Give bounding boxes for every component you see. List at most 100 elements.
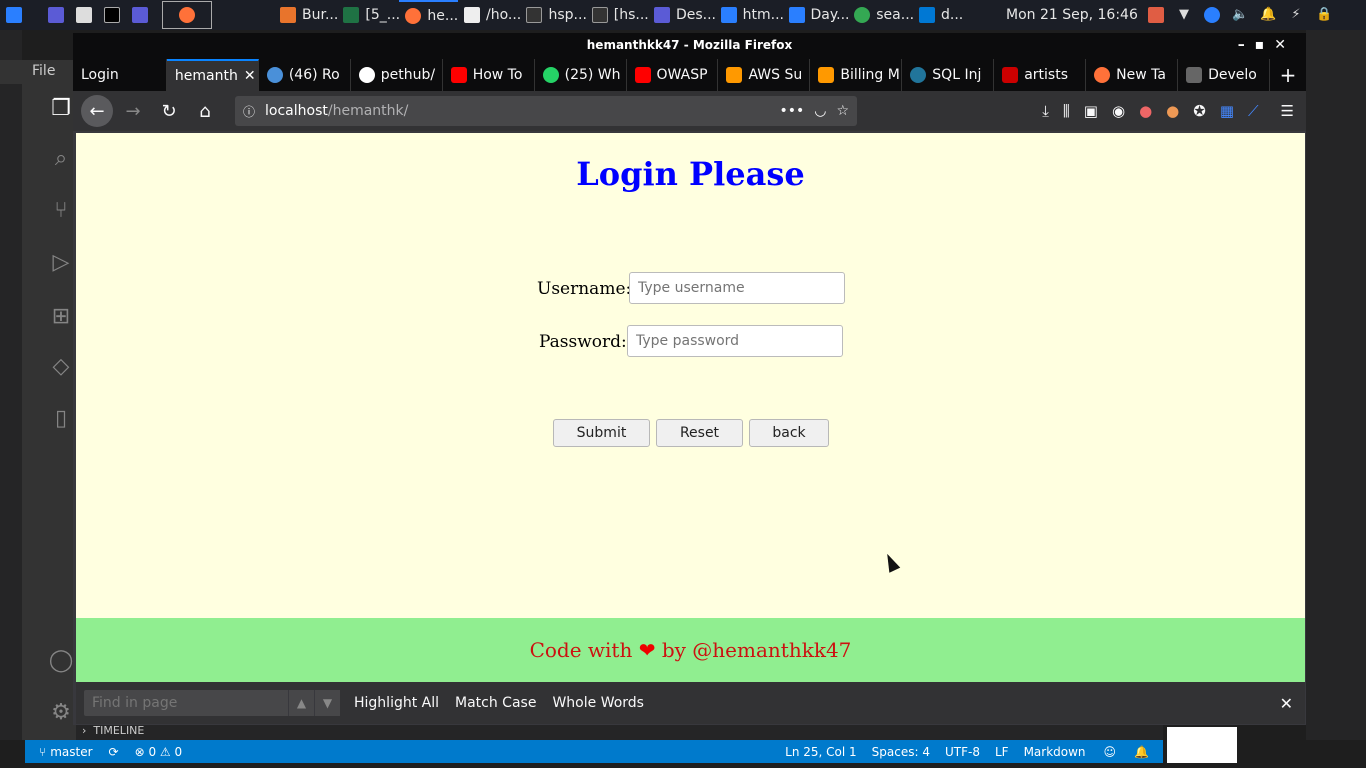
tab-login[interactable]: Login (73, 59, 167, 91)
back-button[interactable]: back (749, 419, 829, 447)
gitlab-icon[interactable]: ◇ (46, 352, 76, 382)
task-sheet[interactable]: [5_... (337, 0, 399, 30)
source-control-icon[interactable]: ⑂ (46, 196, 76, 226)
chrome-icon (854, 7, 871, 23)
find-next-icon[interactable]: ▼ (314, 690, 340, 716)
launcher-recorder[interactable] (126, 0, 154, 30)
username-input[interactable] (629, 272, 845, 304)
clock[interactable]: Mon 21 Sep, 16:46 (1000, 0, 1144, 30)
downloads-icon[interactable]: ⤓ (1042, 102, 1049, 120)
account-icon[interactable]: ◉ (1112, 102, 1125, 120)
tab-new[interactable]: New Ta (1086, 59, 1179, 91)
start-menu-button[interactable] (0, 0, 28, 30)
lock-icon[interactable]: 🔒 (1316, 7, 1332, 23)
extension-fox-icon[interactable]: ● (1139, 102, 1152, 120)
settings-gear-icon[interactable]: ⚙ (46, 698, 76, 728)
pocket-icon[interactable]: ◡ (814, 103, 826, 119)
page-actions-icon[interactable]: ••• (779, 103, 804, 119)
extension-palette-icon[interactable]: ● (1166, 102, 1179, 120)
remote-explorer-icon[interactable]: ▯ (46, 404, 76, 434)
find-input[interactable] (84, 690, 288, 716)
tab-artists[interactable]: artists (994, 59, 1087, 91)
highlight-all-toggle[interactable]: Highlight All (354, 695, 439, 711)
launcher-firefox[interactable] (162, 1, 212, 29)
close-findbar-icon[interactable]: ✕ (1280, 694, 1293, 713)
run-debug-icon[interactable]: ▷ (46, 248, 76, 278)
tab-billing[interactable]: Billing M (810, 59, 903, 91)
task-burp[interactable]: Bur... (274, 0, 337, 30)
sidebar-icon[interactable]: ▣ (1084, 102, 1098, 120)
launcher-desktop[interactable] (42, 0, 70, 30)
library-icon[interactable]: ⫼ (1063, 102, 1070, 120)
extension-cookie-icon[interactable]: ✪ (1193, 102, 1206, 120)
explorer-icon[interactable]: ❐ (46, 94, 76, 124)
eol-status[interactable]: LF (995, 745, 1009, 759)
match-case-toggle[interactable]: Match Case (455, 695, 536, 711)
feedback-icon[interactable]: ☺ (1104, 745, 1117, 759)
find-previous-icon[interactable]: ▲ (288, 690, 314, 716)
search-icon[interactable]: ⌕ (46, 144, 76, 174)
task-term2[interactable]: [hs... (586, 0, 648, 30)
tab-youtube[interactable]: How To (443, 59, 535, 91)
menu-hamburger-icon[interactable]: ☰ (1281, 102, 1294, 120)
back-icon[interactable]: ← (81, 95, 113, 127)
document-icon (464, 7, 480, 23)
tab-github[interactable]: pethub/ (351, 59, 443, 91)
task-label: Day... (810, 7, 849, 23)
indent-status[interactable]: Spaces: 4 (872, 745, 930, 759)
tab-reddit[interactable]: (46) Ro (259, 59, 351, 91)
task-chrome[interactable]: sea... (848, 0, 913, 30)
url-bar[interactable]: ⓘ localhost/hemanthk/ ••• ◡ ☆ (235, 96, 857, 126)
tab-label: Billing M (840, 67, 900, 83)
extension-wand-icon[interactable]: ⟋ (1248, 102, 1259, 120)
firefox-icon (405, 8, 422, 24)
power-icon[interactable]: ⚡ (1288, 7, 1304, 23)
vpn-icon[interactable] (1204, 7, 1220, 23)
launcher-terminal[interactable] (98, 0, 126, 30)
extensions-icon[interactable]: ⊞ (46, 302, 76, 332)
task-folder1[interactable]: htm... (715, 0, 783, 30)
language-status[interactable]: Markdown (1024, 745, 1086, 759)
tab-whatsapp[interactable]: (25) Wh (535, 59, 627, 91)
menu-file[interactable]: File (32, 63, 55, 79)
password-input[interactable] (627, 325, 843, 357)
account-icon[interactable]: ◯ (46, 646, 76, 676)
git-icon[interactable] (1148, 7, 1164, 23)
launcher-files[interactable] (70, 0, 98, 30)
wifi-icon[interactable]: ▼ (1176, 7, 1192, 23)
notifications-icon[interactable]: 🔔 (1134, 745, 1149, 759)
whole-words-toggle[interactable]: Whole Words (552, 695, 644, 711)
info-icon[interactable]: ⓘ (243, 103, 255, 120)
tab-developer[interactable]: Develo (1178, 59, 1270, 91)
new-tab-button[interactable]: + (1270, 59, 1306, 91)
tab-hemanth[interactable]: hemanth ✕ (166, 59, 259, 91)
task-firefox[interactable]: he... (399, 0, 458, 30)
tab-label: Login (81, 67, 119, 83)
task-desktop[interactable]: Des... (648, 0, 715, 30)
tab-label: artists (1024, 67, 1069, 83)
branch-status[interactable]: master (50, 745, 92, 759)
extension-translate-icon[interactable]: ▦ (1220, 102, 1234, 120)
reload-icon[interactable]: ↻ (153, 95, 185, 127)
volume-icon[interactable]: 🔈 (1232, 7, 1248, 23)
bell-icon[interactable]: 🔔 (1260, 7, 1276, 23)
tab-owasp[interactable]: OWASP (627, 59, 719, 91)
bookmark-star-icon[interactable]: ☆ (836, 103, 849, 119)
submit-button[interactable]: Submit (553, 419, 650, 447)
task-label: [5_... (365, 7, 400, 23)
sync-icon[interactable]: ⟳ (109, 745, 119, 759)
tab-sql[interactable]: SQL Inj (902, 59, 995, 91)
home-icon[interactable]: ⌂ (189, 95, 221, 127)
window-controls[interactable]: –▪✕ (1238, 33, 1296, 57)
encoding-status[interactable]: UTF-8 (945, 745, 980, 759)
close-tab-icon[interactable]: ✕ (244, 68, 256, 84)
forward-icon[interactable]: → (117, 95, 149, 127)
cursor-position-status[interactable]: Ln 25, Col 1 (785, 745, 857, 759)
task-doc[interactable]: /ho... (458, 0, 520, 30)
task-term1[interactable]: hsp... (520, 0, 586, 30)
problems-status[interactable]: ⊗ 0 ⚠ 0 (135, 745, 183, 759)
task-folder2[interactable]: Day... (783, 0, 849, 30)
tab-aws[interactable]: AWS Su (718, 59, 811, 91)
task-vscode[interactable]: d... (913, 0, 964, 30)
reset-button[interactable]: Reset (656, 419, 743, 447)
